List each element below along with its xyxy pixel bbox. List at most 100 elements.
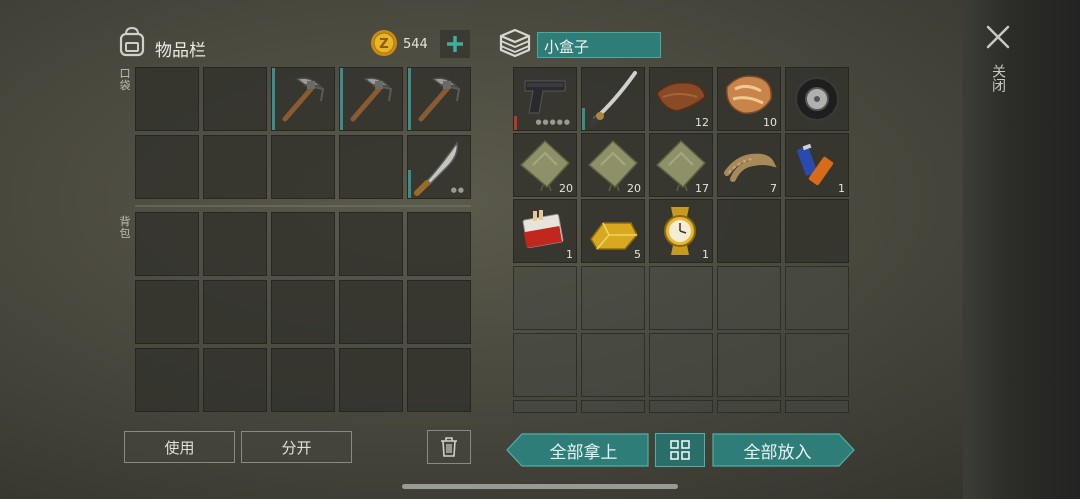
grid-icon: [670, 440, 690, 460]
item-count: 20: [559, 182, 573, 195]
backpack-slot[interactable]: [203, 348, 267, 412]
svg-text:Z: Z: [379, 37, 388, 52]
quality-dots: ●●: [450, 186, 465, 194]
backpack-slot[interactable]: [271, 212, 335, 276]
container-slot[interactable]: 1: [513, 199, 577, 263]
backpack-slot[interactable]: [407, 280, 471, 344]
pocket-slot[interactable]: [203, 67, 267, 131]
container-slot[interactable]: [785, 199, 849, 263]
item-count: 1: [566, 248, 573, 261]
container-slot[interactable]: 17: [649, 133, 713, 197]
container-slot[interactable]: 1: [649, 199, 713, 263]
backpack-icon: [117, 26, 147, 58]
backpack-slot[interactable]: [339, 348, 403, 412]
item-count: 1: [702, 248, 709, 261]
pocket-slot[interactable]: [407, 67, 471, 131]
home-indicator[interactable]: [402, 484, 678, 489]
tire-icon: [795, 77, 839, 121]
container-slot[interactable]: ●●●●●: [513, 67, 577, 131]
durability-bar: [582, 108, 585, 130]
pocket-slot[interactable]: [135, 135, 199, 199]
coin-count: 544: [403, 37, 428, 52]
container-slot[interactable]: [649, 266, 713, 330]
backpack-slot[interactable]: [135, 348, 199, 412]
pocket-slot[interactable]: ●●: [407, 135, 471, 199]
item-count: 20: [627, 182, 641, 195]
pocket-slot[interactable]: [339, 67, 403, 131]
container-slot[interactable]: 20: [513, 133, 577, 197]
container-slot[interactable]: [649, 333, 713, 397]
backpack-slot[interactable]: [339, 280, 403, 344]
backpack-slot[interactable]: [407, 348, 471, 412]
add-coins-button[interactable]: [440, 30, 470, 58]
backpack-slot[interactable]: [135, 212, 199, 276]
item-count: 12: [695, 116, 709, 129]
durability-bar: [514, 116, 517, 130]
backpack-slot[interactable]: [271, 280, 335, 344]
take-all-button[interactable]: 全部拿上: [506, 433, 649, 467]
pickaxe-icon: [350, 77, 393, 122]
container-slot[interactable]: [581, 333, 645, 397]
item-count: 5: [634, 248, 641, 261]
container-slot[interactable]: [717, 400, 781, 413]
side-panel: [963, 0, 1080, 499]
item-count: 10: [763, 116, 777, 129]
put-all-button[interactable]: 全部放入: [712, 433, 855, 467]
inventory-title: 物品栏: [155, 41, 206, 61]
katana-icon: [588, 71, 637, 128]
container-slot[interactable]: [785, 67, 849, 131]
close-icon[interactable]: [985, 24, 1011, 50]
container-slot[interactable]: [785, 333, 849, 397]
take-all-label: 全部拿上: [549, 442, 618, 463]
split-button[interactable]: 分开: [241, 431, 352, 463]
container-slot[interactable]: [717, 333, 781, 397]
pocket-slot[interactable]: [271, 135, 335, 199]
container-slot[interactable]: [581, 400, 645, 413]
container-slot[interactable]: 5: [581, 199, 645, 263]
sort-button[interactable]: [655, 433, 705, 467]
coin-icon: Z: [370, 29, 398, 57]
pocket-slot[interactable]: [203, 135, 267, 199]
container-slot[interactable]: [581, 67, 645, 131]
container-slot[interactable]: [717, 199, 781, 263]
container-slot[interactable]: 12: [649, 67, 713, 131]
pocket-slot[interactable]: [339, 135, 403, 199]
backpack-slot[interactable]: [271, 348, 335, 412]
container-name-text: 小盒子: [544, 38, 590, 56]
container-slot[interactable]: [513, 266, 577, 330]
backpack-slot[interactable]: [339, 212, 403, 276]
container-slot[interactable]: [513, 400, 577, 413]
box-icon: [497, 26, 533, 60]
container-slot[interactable]: [717, 266, 781, 330]
container-slot[interactable]: [649, 400, 713, 413]
container-slot[interactable]: 7: [717, 133, 781, 197]
container-slot[interactable]: [785, 266, 849, 330]
item-count: 17: [695, 182, 709, 195]
section-divider: [135, 205, 471, 207]
backpack-slot[interactable]: [135, 280, 199, 344]
container-slot[interactable]: 10: [717, 67, 781, 131]
durability-bar: [272, 68, 275, 130]
durability-bar: [408, 68, 411, 130]
use-button[interactable]: 使用: [124, 431, 235, 463]
backpack-slot[interactable]: [203, 212, 267, 276]
container-slot[interactable]: 1: [785, 133, 849, 197]
pocket-slot[interactable]: [271, 67, 335, 131]
durability-bar: [340, 68, 343, 130]
close-label[interactable]: 关闭: [990, 64, 1006, 92]
container-slot[interactable]: [785, 400, 849, 413]
trash-button[interactable]: [427, 430, 471, 464]
pickaxe-icon: [418, 77, 461, 122]
container-slot[interactable]: [513, 333, 577, 397]
backpack-label: 背包: [119, 215, 131, 240]
quality-dots: ●●●●●: [535, 118, 571, 126]
container-slot[interactable]: 20: [581, 133, 645, 197]
item-count: 7: [770, 182, 777, 195]
put-all-label: 全部放入: [743, 442, 812, 463]
pocket-label: 口袋: [119, 67, 131, 92]
backpack-slot[interactable]: [203, 280, 267, 344]
backpack-slot[interactable]: [407, 212, 471, 276]
durability-bar: [408, 170, 411, 198]
container-slot[interactable]: [581, 266, 645, 330]
pocket-slot[interactable]: [135, 67, 199, 131]
